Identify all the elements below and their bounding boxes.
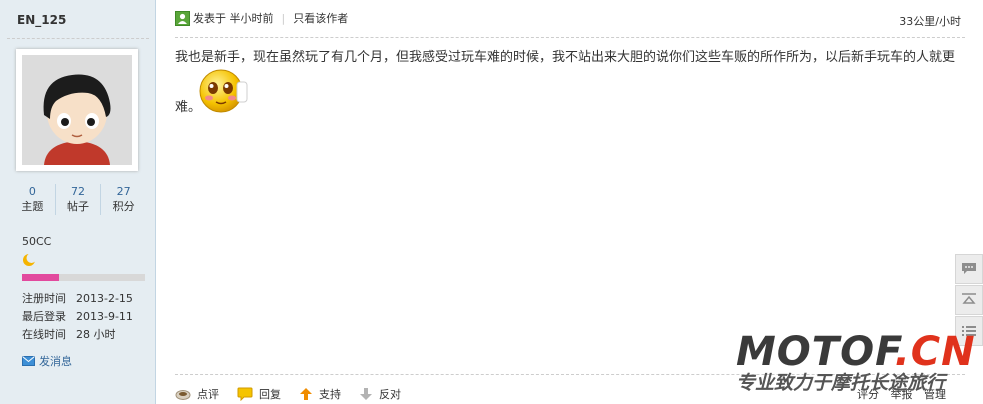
post-actions: 点评 回复 支持 反对 (175, 386, 419, 402)
action-label: 点评 (197, 388, 219, 401)
moon-icon (22, 253, 37, 270)
info-value: 2013-2-15 (76, 292, 133, 305)
stat-points[interactable]: 27 积分 (101, 184, 146, 215)
post-header: 发表于 半小时前 | 只看该作者 33公里/小时 (175, 10, 961, 30)
stat-label: 主题 (21, 200, 44, 213)
info-row-register: 注册时间 2013-2-15 (22, 290, 133, 308)
send-message-link[interactable]: 发消息 (22, 353, 72, 369)
author-username[interactable]: EN_125 (17, 13, 66, 27)
avatar-image (22, 55, 132, 165)
stat-value: 72 (71, 185, 85, 198)
speed-label: 33公里/小时 (899, 15, 961, 28)
info-key: 注册时间 (22, 292, 66, 305)
quick-reply-tool[interactable] (955, 254, 983, 284)
arrow-down-icon (360, 388, 372, 400)
stat-posts[interactable]: 72 帖子 (56, 184, 102, 215)
watermark-tagline: 专业致力于摩托长途旅行 (736, 372, 946, 394)
stat-value: 27 (116, 185, 131, 198)
watermark-logo: MOTOF.CN (736, 330, 976, 374)
comment-icon (175, 389, 191, 400)
header-divider (175, 37, 965, 38)
reply-icon (237, 387, 253, 401)
stat-label: 帖子 (67, 200, 89, 213)
motof-watermark: MOTOF.CN 专业致力于摩托长途旅行 (736, 330, 976, 394)
post-text-line: 我也是新手，现在虽然玩了有几个月，但我感受过玩车难的时候，我不站出来大胆的说你们… (175, 50, 956, 65)
avatar[interactable] (16, 49, 138, 171)
action-label: 反对 (379, 388, 401, 401)
info-row-online-time: 在线时间 28 小时 (22, 326, 133, 344)
action-label: 支持 (319, 388, 341, 401)
author-sidebar: EN_125 0 主题 72 帖子 27 积分 50CC 注册时间 2013-2… (0, 0, 156, 404)
send-message-label: 发消息 (39, 355, 72, 368)
reply-button[interactable]: 回复 (237, 386, 281, 402)
author-stats: 0 主题 72 帖子 27 积分 (10, 184, 146, 215)
logo-main: MOTOF (736, 329, 895, 375)
header-separator: | (281, 11, 286, 25)
author-info: 注册时间 2013-2-15 最后登录 2013-9-11 在线时间 28 小时 (22, 290, 133, 344)
level-progress-bar (22, 274, 145, 281)
online-user-icon (175, 10, 190, 26)
shy-emoji-icon (199, 68, 249, 117)
author-only-link[interactable]: 只看该作者 (293, 10, 348, 26)
info-row-last-login: 最后登录 2013-9-11 (22, 308, 133, 326)
posted-time: 发表于 半小时前 (193, 12, 274, 25)
logo-domain: .CN (894, 329, 976, 375)
speech-bubble-icon (962, 263, 976, 274)
back-to-top-icon (962, 293, 976, 304)
arrow-up-icon (300, 388, 312, 400)
info-value: 2013-9-11 (76, 310, 133, 323)
info-key: 在线时间 (22, 328, 66, 341)
stat-threads[interactable]: 0 主题 (10, 184, 56, 215)
back-to-top-tool[interactable] (955, 285, 983, 315)
envelope-icon (22, 356, 35, 366)
info-value: 28 小时 (76, 328, 116, 341)
stat-value: 0 (28, 185, 36, 198)
stat-label: 积分 (112, 200, 135, 213)
author-rank: 50CC (22, 235, 52, 248)
action-label: 回复 (259, 388, 281, 401)
support-button[interactable]: 支持 (299, 386, 341, 402)
oppose-button[interactable]: 反对 (359, 386, 401, 402)
post-text-line: 难。 (175, 100, 202, 115)
level-progress-fill (22, 274, 59, 281)
info-key: 最后登录 (22, 310, 66, 323)
comment-button[interactable]: 点评 (175, 386, 219, 402)
post-body: 我也是新手，现在虽然玩了有几个月，但我感受过玩车难的时候，我不站出来大胆的说你们… (175, 48, 965, 115)
sidebar-divider (7, 38, 149, 39)
